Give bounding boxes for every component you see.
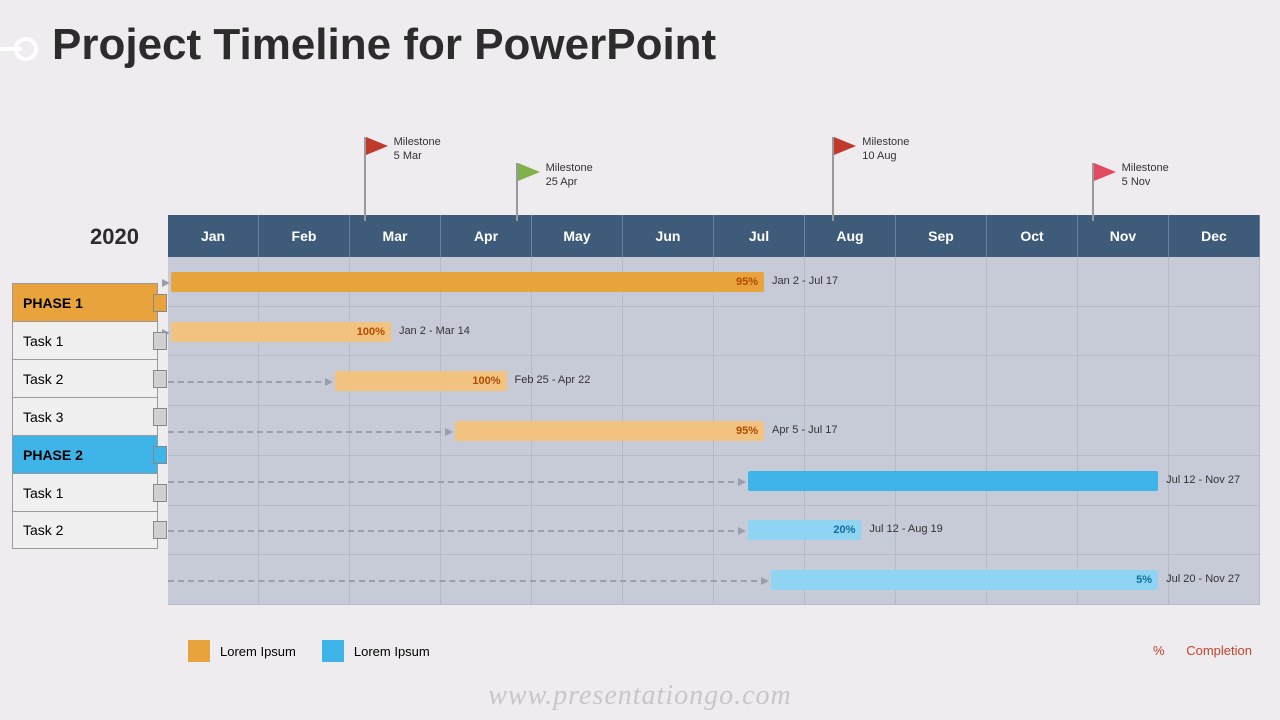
row-label: Task 1 — [12, 321, 158, 359]
completion-pct: % — [1153, 643, 1165, 658]
row-handle-icon — [153, 294, 167, 312]
page-title: Project Timeline for PowerPoint — [52, 20, 1280, 70]
month-cell: Nov — [1078, 215, 1169, 257]
flag-icon — [834, 137, 860, 157]
row-labels: PHASE 1Task 1Task 2Task 3PHASE 2Task 1Ta… — [12, 283, 158, 549]
month-cell: Jun — [623, 215, 714, 257]
phase-bar — [748, 471, 1158, 491]
month-cell: Oct — [987, 215, 1078, 257]
row-handle-icon — [153, 408, 167, 426]
bullet-icon — [0, 34, 38, 64]
row-label: Task 2 — [12, 511, 158, 549]
bar-date-label: Jul 20 - Nov 27 — [1166, 573, 1240, 585]
bar-date-label: Jul 12 - Aug 19 — [869, 523, 942, 535]
months-header: JanFebMarAprMayJunJulAugSepOctNovDec — [168, 215, 1260, 257]
milestones-layer: Milestone5 Mar Milestone25 Apr Milestone10… — [168, 125, 1260, 221]
task-bar: 100% — [335, 371, 507, 391]
row-label: PHASE 2 — [12, 435, 158, 473]
leader-line — [168, 381, 331, 383]
month-cell: Mar — [350, 215, 441, 257]
bar-date-label: Jan 2 - Mar 14 — [399, 325, 470, 337]
row-label: Task 1 — [12, 473, 158, 511]
year-label: 2020 — [90, 224, 139, 250]
leader-line — [168, 481, 744, 483]
row-handle-icon — [153, 370, 167, 388]
completion-note: % Completion — [1153, 643, 1252, 658]
milestone-label: Milestone25 Apr — [546, 161, 593, 190]
leader-line — [168, 431, 451, 433]
watermark: www.presentationgo.com — [0, 680, 1280, 712]
task-bar: 100% — [171, 322, 391, 342]
row-label: PHASE 1 — [12, 283, 158, 321]
legend-item: Lorem Ipsum — [188, 640, 296, 662]
legend-swatch — [188, 640, 210, 662]
task-bar: 20% — [748, 520, 862, 540]
bars-layer: 95% Jan 2 - Jul 17 100% Jan 2 - Mar 14 100% F… — [168, 257, 1260, 605]
milestone-label: Milestone10 Aug — [862, 135, 909, 164]
phase-bar: 95% — [171, 272, 764, 292]
row-handle-icon — [153, 446, 167, 464]
flag-icon — [1094, 163, 1120, 183]
legend-label: Lorem Ipsum — [220, 644, 296, 659]
bar-date-label: Jan 2 - Jul 17 — [772, 275, 838, 287]
flag-icon — [366, 137, 392, 157]
flag-icon — [518, 163, 544, 183]
month-cell: Jan — [168, 215, 259, 257]
legend-label: Lorem Ipsum — [354, 644, 430, 659]
month-cell: Feb — [259, 215, 350, 257]
task-bar: 95% — [455, 421, 764, 441]
task-bar: 5% — [771, 570, 1158, 590]
month-cell: Jul — [714, 215, 805, 257]
legend-item: Lorem Ipsum — [322, 640, 430, 662]
milestone-label: Milestone5 Nov — [1122, 161, 1169, 190]
leader-line — [168, 530, 744, 532]
bar-date-label: Jul 12 - Nov 27 — [1166, 474, 1240, 486]
month-cell: Dec — [1169, 215, 1260, 257]
month-cell: Sep — [896, 215, 987, 257]
row-label: Task 2 — [12, 359, 158, 397]
row-handle-icon — [153, 484, 167, 502]
month-cell: Aug — [805, 215, 896, 257]
legend-swatch — [322, 640, 344, 662]
legend: Lorem Ipsum Lorem Ipsum — [188, 640, 430, 662]
header: Project Timeline for PowerPoint — [0, 20, 1280, 70]
month-cell: May — [532, 215, 623, 257]
bar-date-label: Feb 25 - Apr 22 — [515, 374, 591, 386]
row-label: Task 3 — [12, 397, 158, 435]
completion-label: Completion — [1186, 643, 1252, 658]
gantt-chart: JanFebMarAprMayJunJulAugSepOctNovDec 95%… — [168, 215, 1260, 605]
bar-date-label: Apr 5 - Jul 17 — [772, 424, 837, 436]
leader-line — [168, 580, 767, 582]
milestone-label: Milestone5 Mar — [394, 135, 441, 164]
row-handle-icon — [153, 332, 167, 350]
row-handle-icon — [153, 521, 167, 539]
month-cell: Apr — [441, 215, 532, 257]
